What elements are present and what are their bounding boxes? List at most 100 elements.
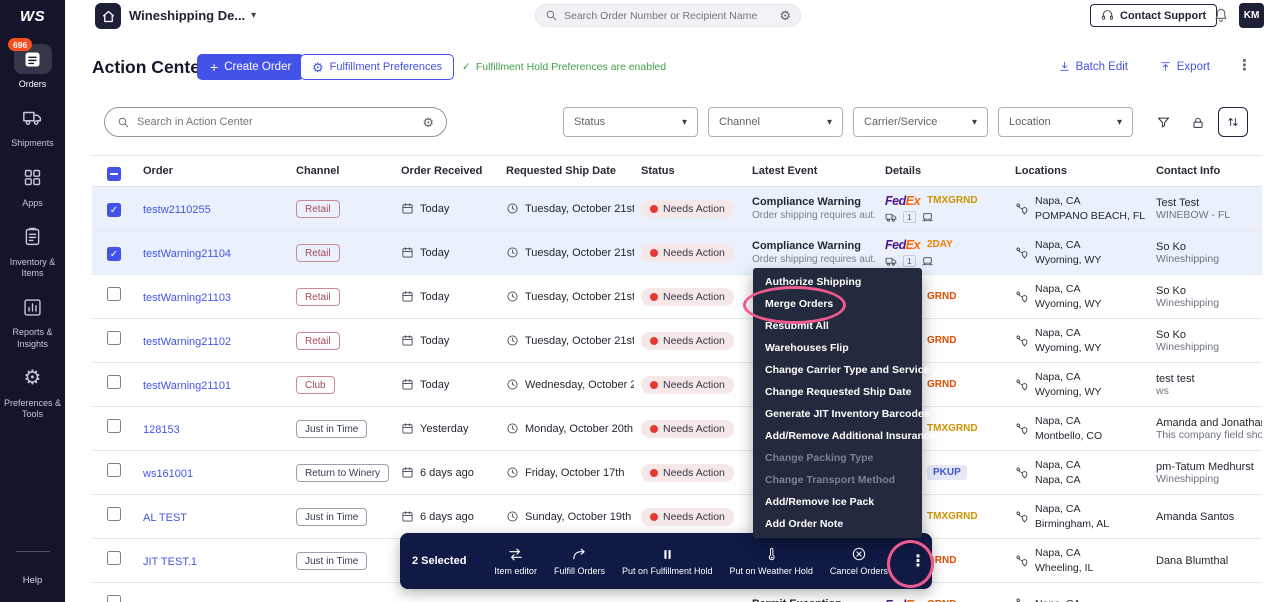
contact-name: So Ko — [1156, 285, 1262, 297]
plus-icon: + — [210, 60, 218, 74]
row-checkbox[interactable] — [107, 247, 121, 261]
row-checkbox[interactable] — [107, 595, 121, 602]
clock-icon — [506, 290, 519, 303]
item-editor-button[interactable]: Item editor — [494, 546, 537, 576]
menu-item-change-requested-ship-date[interactable]: Change Requested Ship Date — [753, 381, 922, 403]
channel-chip: Just in Time — [296, 552, 367, 570]
search-settings-icon[interactable]: ⚙ — [422, 116, 434, 129]
status-dot-icon — [650, 425, 658, 433]
filter-carrier-service[interactable]: Carrier/Service ▾ — [853, 107, 988, 137]
user-avatar[interactable]: KM — [1239, 3, 1264, 28]
table-row[interactable]: ws161001 Return to Winery 6 days ago Fri… — [92, 451, 1262, 495]
funnel-icon — [1156, 115, 1171, 130]
clock-icon — [506, 422, 519, 435]
service-code: GRND — [927, 291, 956, 302]
home-button[interactable] — [95, 3, 121, 29]
order-link[interactable]: testWarning21101 — [143, 380, 231, 392]
sidebar: WS 696 Orders Shipments Apps Inventory — [0, 0, 65, 602]
company-switcher[interactable]: Wineshipping De... ▾ — [129, 8, 256, 23]
sidebar-item-help[interactable]: Help — [23, 575, 43, 586]
order-link[interactable]: 128153 — [143, 424, 180, 436]
filter-channel[interactable]: Channel ▾ — [708, 107, 843, 137]
menu-item-add-remove-ice-pack[interactable]: Add/Remove Ice Pack — [753, 491, 922, 513]
status-dot-icon — [650, 249, 658, 257]
select-all-checkbox[interactable] — [107, 167, 121, 181]
row-checkbox[interactable] — [107, 331, 121, 345]
order-link[interactable]: testWarning21104 — [143, 248, 231, 260]
contact-support-button[interactable]: Contact Support — [1090, 4, 1217, 27]
top-bar: Wineshipping De... ▾ ⚙ Contact Support K… — [65, 0, 1280, 32]
action-center-search-input[interactable] — [137, 116, 415, 128]
fulfillment-preferences-button[interactable]: ⚙ Fulfillment Preferences — [300, 54, 454, 80]
requested-ship-date-text: Tuesday, October 21st — [525, 203, 634, 215]
global-search[interactable]: ⚙ — [535, 4, 801, 27]
action-center-search[interactable]: ⚙ — [104, 107, 447, 137]
fulfillment-hold-button[interactable]: Put on Fulfillment Hold — [622, 546, 713, 576]
filter-funnel-button[interactable] — [1150, 109, 1177, 136]
row-checkbox[interactable] — [107, 287, 121, 301]
download-icon — [1058, 60, 1071, 73]
menu-item-change-carrier-type-and-service[interactable]: Change Carrier Type and Service — [753, 359, 922, 381]
row-checkbox[interactable] — [107, 419, 121, 433]
table-row[interactable]: 128153 Just in Time Yesterday Monday, Oc… — [92, 407, 1262, 451]
filter-location[interactable]: Location ▾ — [998, 107, 1133, 137]
page-header: Action Center + Create Order ⚙ Fulfillme… — [65, 46, 1280, 94]
table-row[interactable]: testWarning21103 Retail Today Tuesday, O… — [92, 275, 1262, 319]
carrier-logo: FedEx — [885, 194, 927, 208]
batch-edit-button[interactable]: Batch Edit — [1058, 60, 1128, 73]
order-received-text: 6 days ago — [420, 511, 474, 523]
table-row[interactable]: testWarning21102 Retail Today Tuesday, O… — [92, 319, 1262, 363]
clock-icon — [506, 378, 519, 391]
service-code: PKUP — [927, 465, 967, 480]
location-to: Wyoming, WY — [1035, 341, 1101, 355]
calendar-icon — [401, 510, 414, 523]
order-link[interactable]: AL TEST — [143, 512, 187, 524]
order-link[interactable]: testw2110255 — [143, 204, 211, 216]
sidebar-item-shipments[interactable]: Shipments — [0, 103, 65, 149]
menu-item-warehouses-flip[interactable]: Warehouses Flip — [753, 337, 922, 359]
sidebar-item-orders[interactable]: 696 Orders — [0, 44, 65, 90]
fulfill-orders-button[interactable]: Fulfill Orders — [554, 546, 605, 576]
status-badge: Needs Action — [641, 332, 734, 350]
contact-org: ws — [1156, 385, 1262, 397]
selected-count: 2 Selected — [412, 555, 466, 567]
lock-columns-button[interactable] — [1184, 109, 1211, 136]
row-checkbox[interactable] — [107, 507, 121, 521]
sidebar-item-apps[interactable]: Apps — [0, 163, 65, 209]
row-checkbox[interactable] — [107, 551, 121, 565]
weather-hold-button[interactable]: Put on Weather Hold — [730, 546, 813, 576]
header-more-button[interactable]: ⋮ — [1237, 56, 1252, 74]
row-checkbox[interactable] — [107, 463, 121, 477]
order-link[interactable]: ws161001 — [143, 468, 193, 480]
table-row[interactable]: testw2110255 Retail Today Tuesday, Octob… — [92, 187, 1262, 231]
table-row[interactable]: testWarning21104 Retail Today Tuesday, O… — [92, 231, 1262, 275]
filter-status[interactable]: Status ▾ — [563, 107, 698, 137]
sidebar-item-inventory[interactable]: Inventory & Items — [0, 222, 65, 280]
contact-name: test test — [1156, 373, 1262, 385]
sort-button[interactable] — [1218, 107, 1248, 137]
order-link[interactable]: testWarning21102 — [143, 336, 231, 348]
cancel-orders-button[interactable]: Cancel Orders — [830, 546, 888, 576]
calendar-icon — [401, 202, 414, 215]
order-link[interactable]: JIT TEST.1 — [143, 556, 197, 568]
order-link[interactable]: testWarning21103 — [143, 292, 231, 304]
menu-item-add-order-note[interactable]: Add Order Note — [753, 513, 922, 535]
search-settings-icon[interactable]: ⚙ — [779, 9, 791, 22]
global-search-input[interactable] — [564, 10, 773, 22]
menu-item-add-remove-additional-insurance[interactable]: Add/Remove Additional Insurance — [753, 425, 922, 447]
orders-count-badge: 696 — [8, 38, 32, 51]
table-row[interactable]: testWarning21101 Club Today Wednesday, O… — [92, 363, 1262, 407]
row-checkbox[interactable] — [107, 203, 121, 217]
export-button[interactable]: Export — [1159, 60, 1210, 73]
row-checkbox[interactable] — [107, 375, 121, 389]
contact-org: Wineshipping — [1156, 473, 1262, 485]
route-pin-icon — [1015, 334, 1029, 348]
menu-item-generate-jit-inventory-barcodes[interactable]: Generate JIT Inventory Barcodes — [753, 403, 922, 425]
chevron-down-icon: ▾ — [251, 10, 256, 21]
sidebar-item-reports[interactable]: Reports & Insights — [0, 292, 65, 350]
sidebar-item-preferences[interactable]: ⚙ Preferences & Tools — [0, 363, 65, 421]
create-order-button[interactable]: + Create Order — [197, 54, 304, 80]
location-from: Napa, CA — [1035, 282, 1101, 296]
notifications-button[interactable] — [1213, 7, 1229, 28]
bulk-action-bar: 2 Selected Item editor Fulfill Orders Pu… — [400, 533, 932, 589]
